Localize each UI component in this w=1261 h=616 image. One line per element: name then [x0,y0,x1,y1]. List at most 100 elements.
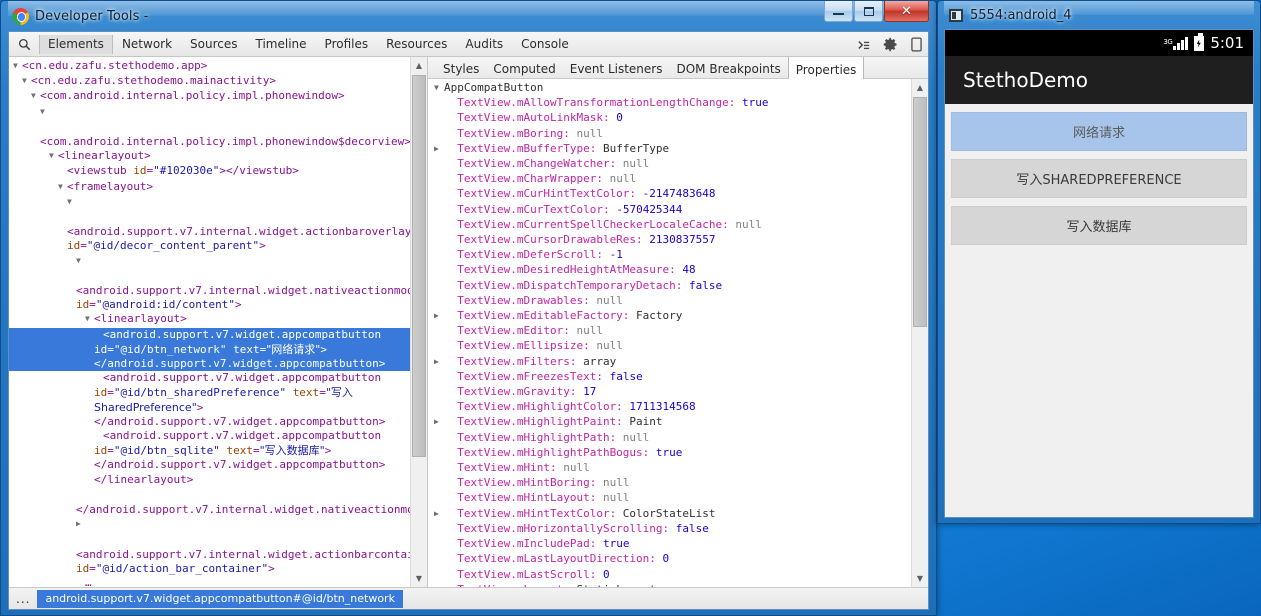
tab-elements[interactable]: Elements [39,34,113,54]
chevron-right-icon[interactable]: ▶ [434,507,444,521]
dom-node[interactable]: ▼ <com.android.internal.policy.impl.phone… [9,89,410,104]
dom-node-selected[interactable]: <android.support.v7.widget.appcompatbutt… [9,327,410,372]
dom-node[interactable]: <android.support.v7.internal.widget.nati… [9,269,410,313]
dom-node[interactable]: <viewstub id="#102030e"></viewstub> [9,164,410,179]
property-row[interactable]: ▶ TextView.mHighlightPaint: Paint [428,415,911,430]
scrollbar-thumb[interactable] [913,97,927,327]
breadcrumb-ellipsis[interactable]: ... [9,592,37,606]
property-row[interactable]: ▶ TextView.mFilters: array [428,355,911,370]
property-row[interactable]: TextView.mLastLayoutDirection: 0 [428,552,911,567]
dom-node[interactable]: <android.support.v7.widget.appcompatbutt… [9,429,410,473]
dom-node[interactable]: ▶ [9,517,410,532]
tab-dom-breakpoints[interactable]: DOM Breakpoints [669,57,787,78]
settings-gear-icon[interactable] [882,37,898,53]
property-row[interactable]: TextView.mChangeWatcher: null [428,157,911,172]
property-row[interactable]: TextView.mHintBoring: null [428,476,911,491]
property-row[interactable]: TextView.mHint: null [428,461,911,476]
property-row[interactable]: TextView.mEditor: null [428,324,911,339]
tab-sources[interactable]: Sources [181,35,246,54]
dom-node[interactable]: …</android.support.v7.internal.widget.ac… [9,576,410,587]
property-row[interactable]: TextView.mDispatchTemporaryDetach: false [428,279,911,294]
chevron-right-icon[interactable]: ▶ [434,415,444,429]
dom-node[interactable]: ▼ <cn.edu.zafu.stethodemo.mainactivity> [9,74,410,89]
property-row[interactable]: TextView.mCharWrapper: null [428,172,911,187]
chevron-down-icon[interactable]: ▼ [13,59,22,73]
property-row[interactable]: TextView.mBoring: null [428,127,911,142]
property-row[interactable]: TextView.mGravity: 17 [428,385,911,400]
property-row[interactable]: TextView.mHintLayout: null [428,491,911,506]
tab-properties[interactable]: Properties [787,57,865,79]
property-row[interactable]: ▶ TextView.mEditableFactory: Factory [428,309,911,324]
dom-node[interactable]: ▼ <cn.edu.zafu.stethodemo.app> [9,59,410,74]
property-row[interactable]: TextView.mCurTextColor: -570425344 [428,203,911,218]
properties-list[interactable]: ▼ AppCompatButton TextView.mAllowTransfor… [428,79,911,587]
property-row[interactable]: TextView.mHighlightColor: 1711314568 [428,400,911,415]
dom-node[interactable]: ▼ <linearlayout> [9,149,410,164]
chevron-right-icon[interactable]: ▶ [434,309,444,323]
chevron-down-icon[interactable]: ▼ [67,195,76,209]
property-row[interactable]: TextView.mDrawables: null [428,294,911,309]
property-row[interactable]: TextView.mCurrentSpellCheckerLocaleCache… [428,218,911,233]
property-row[interactable]: ▶ TextView.mHintTextColor: ColorStateLis… [428,507,911,522]
property-row[interactable]: TextView.mEllipsize: null [428,339,911,354]
chevron-right-icon[interactable]: ▶ [434,142,444,156]
tab-styles[interactable]: Styles [436,57,486,78]
emulator-titlebar[interactable]: 5554:android_4 [944,1,1254,29]
maximize-button[interactable] [854,1,883,22]
tab-console[interactable]: Console [512,35,578,54]
tab-profiles[interactable]: Profiles [316,35,378,54]
dom-node[interactable]: ▼ [9,105,410,120]
chevron-right-icon[interactable]: ▶ [434,355,444,369]
property-row[interactable]: TextView.mIncludePad: true [428,537,911,552]
dom-node[interactable]: ▼ [9,254,410,269]
minimize-button[interactable] [824,1,853,22]
scroll-up-arrow[interactable]: ▲ [411,57,427,74]
console-drawer-icon[interactable] [856,37,872,53]
property-root-row[interactable]: ▼ AppCompatButton [428,81,911,96]
dom-node[interactable]: <com.android.internal.policy.impl.phonew… [9,120,410,149]
chevron-down-icon[interactable]: ▼ [49,149,58,163]
dom-node[interactable]: </linearlayout> [9,473,410,488]
property-row[interactable]: TextView.mHighlightPath: null [428,431,911,446]
btn-network[interactable]: 网络请求 [951,112,1247,151]
chevron-down-icon[interactable]: ▼ [76,254,85,268]
property-row[interactable]: TextView.mHighlightPathBogus: true [428,446,911,461]
dom-node[interactable]: ▼ <framelayout> [9,180,410,195]
dom-node[interactable]: ▼ <linearlayout> [9,312,410,327]
dom-tree-list[interactable]: ▼ <cn.edu.zafu.stethodemo.app> ▼ <cn.edu.za… [9,57,410,587]
tab-computed[interactable]: Computed [486,57,562,78]
tab-network[interactable]: Network [113,35,181,54]
btn-sharedpreference[interactable]: 写入SHAREDPREFERENCE [951,159,1247,198]
tab-audits[interactable]: Audits [456,35,512,54]
dom-node[interactable]: <android.support.v7.internal.widget.acti… [9,210,410,254]
property-row[interactable]: TextView.mAutoLinkMask: 0 [428,111,911,126]
chevron-down-icon[interactable]: ▼ [434,81,444,95]
tab-event-listeners[interactable]: Event Listeners [563,57,670,78]
scroll-up-arrow[interactable]: ▲ [912,79,928,96]
btn-sqlite[interactable]: 写入数据库 [951,206,1247,245]
breadcrumb-current-node[interactable]: android.support.v7.widget.appcompatbutto… [37,589,403,608]
scroll-down-arrow[interactable]: ▼ [912,570,928,587]
devtools-titlebar[interactable]: Developer Tools - ✕ [8,1,929,31]
scrollbar-thumb[interactable] [412,75,426,457]
chevron-down-icon[interactable]: ▼ [31,89,40,103]
property-row[interactable]: TextView.mHorizontallyScrolling: false [428,522,911,537]
property-row[interactable]: TextView.mDeferScroll: -1 [428,248,911,263]
dom-tree-scrollbar[interactable]: ▲ ▼ [410,57,427,587]
dom-node[interactable]: <android.support.v7.widget.appcompatbutt… [9,371,410,429]
tab-timeline[interactable]: Timeline [247,35,316,54]
property-row[interactable]: TextView.mFreezesText: false [428,370,911,385]
tab-resources[interactable]: Resources [377,35,456,54]
chevron-right-icon[interactable]: ▶ [76,517,85,531]
dom-node[interactable]: ▼ [9,195,410,210]
property-row[interactable]: TextView.mLastScroll: 0 [428,568,911,583]
chevron-down-icon[interactable]: ▼ [40,105,49,119]
properties-scrollbar[interactable]: ▲ ▼ [911,79,928,587]
scroll-down-arrow[interactable]: ▼ [411,570,427,587]
chevron-down-icon[interactable]: ▼ [22,74,31,88]
search-icon[interactable] [9,38,39,51]
chevron-down-icon[interactable]: ▼ [85,312,94,326]
close-button[interactable]: ✕ [884,1,929,22]
dom-node[interactable]: </android.support.v7.internal.widget.nat… [9,488,410,517]
chevron-right-icon[interactable]: ▶ [434,583,444,587]
